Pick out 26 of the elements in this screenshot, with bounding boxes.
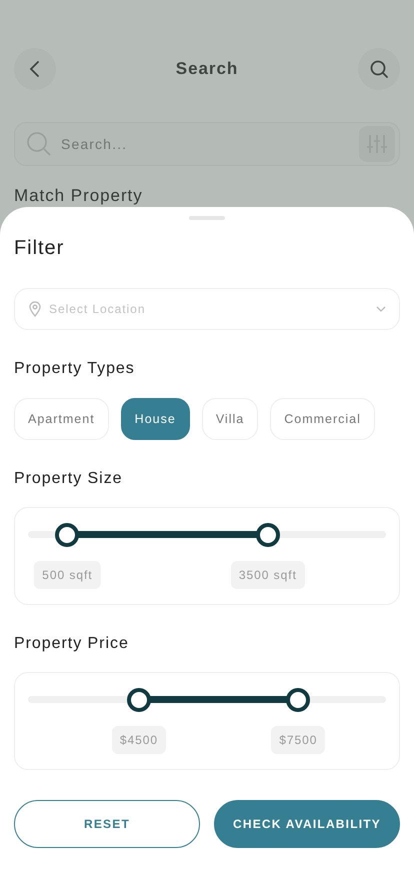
- back-button[interactable]: [14, 48, 56, 90]
- type-chip[interactable]: Villa: [202, 398, 258, 440]
- section-title: Match Property: [14, 186, 144, 206]
- search-icon: [369, 59, 389, 79]
- reset-button[interactable]: RESET: [14, 800, 200, 848]
- value-label: 500 sqft: [34, 561, 101, 589]
- sheet-title: Filter: [14, 237, 66, 260]
- slider-thumb[interactable]: [286, 688, 310, 712]
- slider-thumb[interactable]: [256, 523, 280, 547]
- search-button[interactable]: [358, 48, 400, 90]
- pin-icon: [27, 301, 43, 317]
- section-title: Property Types: [14, 360, 136, 378]
- type-chip[interactable]: Apartment: [14, 398, 109, 440]
- slider-thumb[interactable]: [55, 523, 80, 547]
- slider-thumb[interactable]: [126, 688, 151, 712]
- value-label: 3500 sqft: [230, 561, 305, 589]
- check-availability-button[interactable]: CHECK AVAILABILITY: [214, 800, 400, 848]
- section-title: Property Price: [14, 635, 130, 653]
- search-field[interactable]: Search...: [14, 122, 400, 166]
- type-chip[interactable]: Commercial: [270, 398, 375, 440]
- search-icon: [26, 131, 52, 157]
- type-chip[interactable]: House: [120, 398, 190, 440]
- page-title: Search: [176, 59, 238, 79]
- value-label: $4500: [112, 726, 166, 754]
- value-label: $7500: [271, 726, 326, 754]
- section-title: Property Size: [14, 470, 124, 488]
